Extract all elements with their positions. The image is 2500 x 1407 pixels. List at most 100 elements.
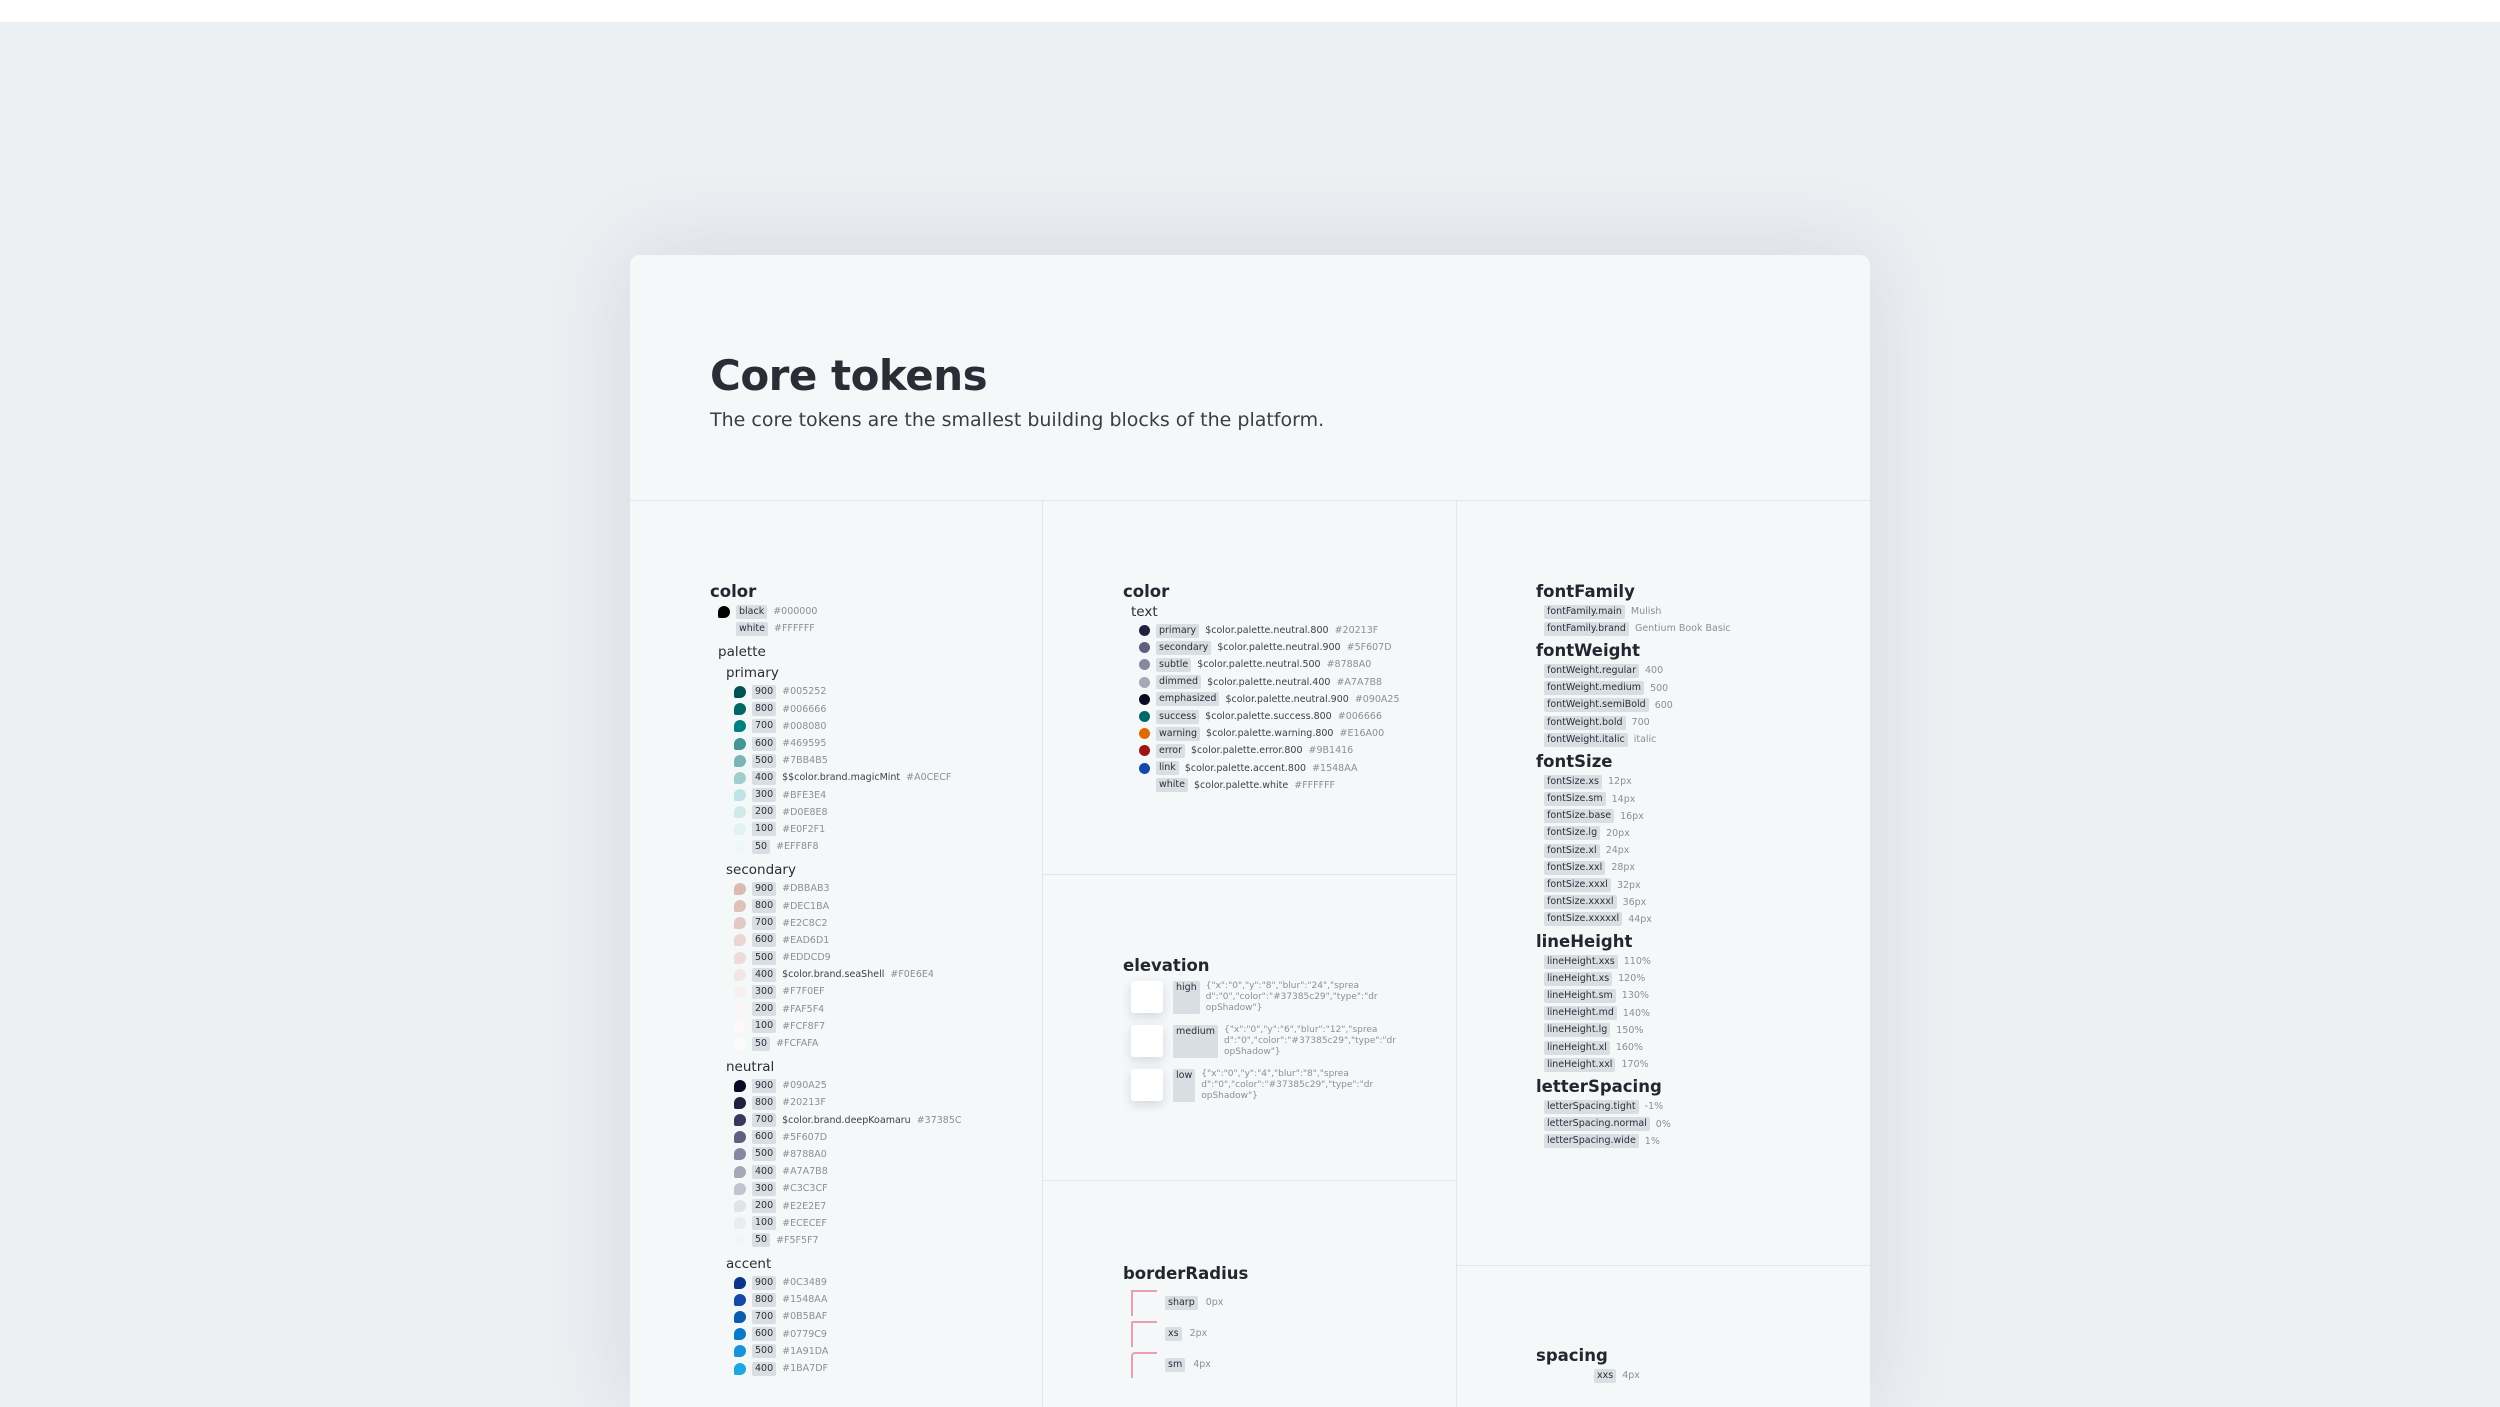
color-swatch-icon (734, 840, 746, 853)
token-row: secondary $color.palette.neutral.900 #5F60… (1139, 639, 1443, 656)
token-row: 500 #8788A0 (734, 1146, 1030, 1163)
token-name: 500 (752, 950, 777, 965)
token-row: 200 #FAF5F4 (734, 1001, 1030, 1018)
token-name: 700 (752, 916, 777, 931)
token-name: subtle (1156, 657, 1192, 672)
radius-preview (1131, 1320, 1157, 1347)
elevation-list: high {"x":"0","y":"8","blur":"24","spread… (1123, 981, 1443, 1113)
color-text-heading: color (1123, 582, 1170, 601)
token-row: 700 #E2C8C2 (734, 915, 1030, 932)
elevation-row: high {"x":"0","y":"8","blur":"24","spread… (1131, 981, 1443, 1025)
token-name: lineHeight.xxs (1544, 954, 1618, 969)
color-swatch-icon (734, 882, 746, 895)
token-name: warning (1156, 726, 1201, 741)
token-value: #0779C9 (782, 1328, 827, 1340)
radius-preview (1131, 1289, 1157, 1316)
token-row: 900 #0C3489 (734, 1274, 1030, 1291)
token-name: fontFamily.main (1544, 604, 1625, 619)
token-value: #005252 (782, 686, 827, 698)
color-swatch-icon (734, 720, 746, 733)
column-divider (1456, 501, 1457, 1407)
token-value: 120% (1618, 973, 1646, 985)
elevation-preview (1131, 981, 1163, 1013)
top-bar (0, 0, 2500, 22)
color-swatch-icon (734, 737, 746, 750)
token-name: fontWeight.bold (1544, 715, 1626, 730)
token-name: 300 (752, 1181, 777, 1196)
token-value: #FAF5F4 (782, 1003, 825, 1015)
token-row: lineHeight.md 140% (1544, 1005, 1856, 1022)
elevation-preview (1131, 1069, 1163, 1101)
border-radius-list: sharp 0px xs 2px sm 4px (1123, 1287, 1443, 1380)
token-name: 200 (752, 805, 777, 820)
token-value: #1548AA (782, 1294, 828, 1306)
elevation-preview (1131, 1025, 1163, 1057)
token-value: 700 (1631, 717, 1650, 729)
token-reference: $color.palette.neutral.900 (1217, 642, 1341, 654)
token-value: #F5F5F7 (776, 1234, 819, 1246)
token-row: 800 #006666 (734, 701, 1030, 718)
token-name: 400 (752, 967, 777, 982)
token-name: letterSpacing.wide (1544, 1134, 1639, 1149)
token-name: 500 (752, 753, 777, 768)
token-name: lineHeight.md (1544, 1006, 1617, 1021)
token-row: xxs 4px (1594, 1367, 1856, 1384)
token-reference: $color.palette.neutral.400 (1207, 676, 1331, 688)
token-name: 100 (752, 1019, 777, 1034)
token-name: 600 (752, 736, 777, 751)
color-swatch-icon (718, 605, 730, 618)
color-swatch-icon (734, 1096, 746, 1109)
token-name: fontSize.xl (1544, 843, 1600, 858)
color-swatch-icon (734, 1182, 746, 1195)
token-name: 50 (752, 1036, 771, 1051)
token-row: fontWeight.regular 400 (1544, 662, 1856, 679)
token-row: letterSpacing.normal 0% (1544, 1116, 1856, 1133)
token-name: fontSize.lg (1544, 826, 1601, 841)
token-name: link (1156, 761, 1179, 776)
token-name: medium (1173, 1025, 1219, 1058)
token-reference: $color.brand.seaShell (782, 969, 885, 981)
fontSize-heading: fontSize (1536, 752, 1613, 772)
token-name: 700 (752, 1309, 777, 1324)
token-value: 1% (1644, 1135, 1660, 1147)
base-colors: black #000000 white #FFFFFF (710, 603, 1030, 637)
token-name: xxs (1594, 1368, 1617, 1383)
letterSpacing-heading: letterSpacing (1536, 1077, 1662, 1097)
color-swatch-icon (734, 1217, 746, 1230)
border-radius-section: borderRadius sharp 0px xs 2px sm 4px (1123, 1263, 1443, 1380)
token-value: #008080 (782, 720, 827, 732)
token-name: low (1173, 1069, 1196, 1102)
color-swatch-icon (734, 1020, 746, 1033)
token-row: 100 #ECECEF (734, 1215, 1030, 1232)
color-swatch-icon (734, 685, 746, 698)
elevation-text: low {"x":"0","y":"4","blur":"8","spread":… (1173, 1069, 1377, 1102)
token-row: dimmed $color.palette.neutral.400 #A7A7B8 (1139, 674, 1443, 691)
token-row: fontSize.xxxl 32px (1544, 876, 1856, 893)
token-reference: $color.palette.neutral.800 (1205, 625, 1329, 637)
token-name: primary (1156, 623, 1200, 638)
color-swatch-icon (734, 1310, 746, 1323)
token-value: 600 (1654, 699, 1673, 711)
token-value: 170% (1621, 1059, 1649, 1071)
color-swatch-icon (734, 1276, 746, 1289)
token-name: 800 (752, 899, 777, 914)
token-value: #E2E2E7 (782, 1200, 827, 1212)
token-row: warning $color.palette.warning.800 #E16A00 (1139, 725, 1443, 742)
token-row: lineHeight.xxs 110% (1544, 953, 1856, 970)
token-value: 14px (1611, 793, 1636, 805)
token-name: 900 (752, 1078, 777, 1093)
token-name: 50 (752, 839, 771, 854)
token-value: #FFFFFF (774, 623, 815, 635)
text-label: text (1131, 604, 1158, 620)
token-reference: $color.palette.accent.800 (1184, 762, 1307, 774)
text-color-list: primary $color.palette.neutral.800 #20213F… (1123, 622, 1443, 794)
token-value: 44px (1628, 913, 1652, 925)
token-row: fontFamily.brand Gentium Book Basic (1544, 620, 1856, 637)
color-swatch-icon (1139, 642, 1150, 654)
token-name: 600 (752, 1130, 777, 1145)
token-row: 800 #1548AA (734, 1291, 1030, 1308)
palette-groups: primary 900 #005252 800 #006666 700 #008080 600… (710, 664, 1030, 1377)
token-row: 100 #E0F2F1 (734, 821, 1030, 838)
color-swatch-icon (734, 754, 746, 767)
token-name: fontFamily.brand (1544, 621, 1629, 636)
